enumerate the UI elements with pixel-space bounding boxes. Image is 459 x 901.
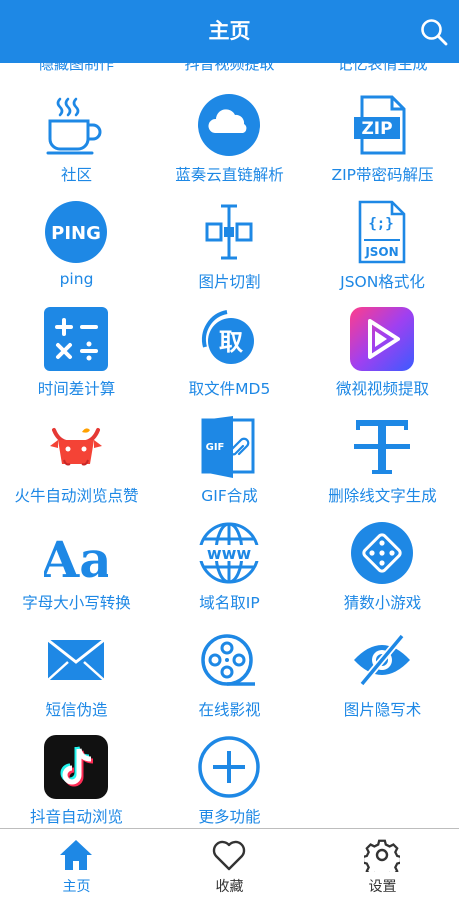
tool-time-diff[interactable]: 时间差计算: [0, 303, 153, 410]
weishi-play-icon: [350, 307, 414, 371]
letter-case-text: Aa: [44, 530, 108, 585]
tool-gif[interactable]: GIF GIF合成: [153, 410, 306, 517]
tool-community[interactable]: 社区: [0, 89, 153, 196]
tool-image-split[interactable]: 图片切割: [153, 196, 306, 303]
tool-steganography[interactable]: 图片隐写术: [306, 624, 459, 731]
partial-row: 隐藏图制作 抖音视频提取 记忆表情生成: [0, 63, 459, 77]
gif-icon: GIF: [197, 414, 261, 478]
tool-more[interactable]: 更多功能: [153, 731, 306, 828]
bottom-nav: 主页 收藏 设置: [0, 828, 459, 900]
tool-online-video[interactable]: 在线影视: [153, 624, 306, 731]
tool-md5[interactable]: 取 取文件MD5: [153, 303, 306, 410]
tool-ping[interactable]: PING ping: [0, 196, 153, 303]
partial-item-label[interactable]: 记忆表情生成: [306, 63, 459, 74]
tool-douyin-browse[interactable]: 抖音自动浏览: [0, 731, 153, 828]
ping-icon: PING: [44, 200, 108, 264]
md5-icon: 取: [197, 307, 261, 371]
tool-label: 字母大小写转换: [22, 594, 131, 612]
tool-grid: 隐藏图制作 抖音视频提取 记忆表情生成 社区 蓝奏云直链解析 ZIP ZIP带密…: [0, 63, 459, 828]
ping-text: PING: [51, 223, 101, 244]
tool-label: 更多功能: [198, 808, 261, 826]
tool-label: 取文件MD5: [188, 380, 271, 398]
tool-label: GIF合成: [201, 487, 258, 505]
tool-label: 火牛自动浏览点赞: [14, 487, 139, 505]
json-braces-text: {;}: [368, 216, 393, 232]
cloud-icon: [197, 93, 261, 157]
tool-label: 图片隐写术: [343, 701, 422, 719]
tool-label: 域名取IP: [199, 594, 260, 612]
zip-file-icon: ZIP: [350, 93, 414, 157]
tool-guess-number[interactable]: 猜数小游戏: [306, 517, 459, 624]
calculator-icon: [44, 307, 108, 371]
tool-json[interactable]: {;} JSON JSON格式化: [306, 196, 459, 303]
hidden-eye-icon: [350, 628, 414, 692]
envelope-icon: [44, 628, 108, 692]
tool-zip[interactable]: ZIP ZIP带密码解压: [306, 89, 459, 196]
nav-label: 主页: [62, 879, 91, 895]
gear-icon: [361, 838, 403, 880]
coffee-cup-icon: [44, 93, 108, 157]
strikethrough-t-icon: [350, 414, 414, 478]
split-icon: [197, 200, 261, 264]
search-icon[interactable]: [419, 17, 449, 47]
nav-label: 收藏: [215, 879, 244, 895]
tool-lanzou[interactable]: 蓝奏云直链解析: [153, 89, 306, 196]
film-reel-icon: [197, 628, 261, 692]
md5-text: 取: [219, 328, 243, 356]
tool-label: 猜数小游戏: [343, 594, 422, 612]
tool-label: JSON格式化: [340, 273, 425, 291]
tool-label: ZIP带密码解压: [331, 166, 434, 184]
partial-item-label[interactable]: 抖音视频提取: [153, 63, 306, 74]
tool-label: 微视视频提取: [335, 380, 429, 398]
gif-text: GIF: [206, 442, 225, 453]
page-title: 主页: [208, 19, 251, 43]
tool-label: 在线影视: [198, 701, 261, 719]
nav-label: 设置: [368, 879, 397, 895]
www-globe-icon: www: [197, 521, 261, 585]
www-text: www: [207, 544, 252, 563]
tool-strikethrough[interactable]: 删除线文字生成: [306, 410, 459, 517]
plus-circle-icon: [197, 735, 261, 799]
tool-label: 时间差计算: [37, 380, 116, 398]
tool-weishi[interactable]: 微视视频提取: [306, 303, 459, 410]
tool-label: ping: [59, 270, 94, 288]
json-file-icon: {;} JSON: [350, 200, 414, 264]
json-text: JSON: [364, 245, 398, 259]
heart-icon: [211, 838, 247, 872]
tool-label: 删除线文字生成: [328, 487, 437, 505]
fire-bull-icon: [44, 414, 108, 478]
nav-settings[interactable]: 设置: [306, 829, 459, 901]
dice-icon: [350, 521, 414, 585]
app-header: 主页: [0, 0, 459, 63]
tool-letter-case[interactable]: Aa 字母大小写转换: [0, 517, 153, 624]
tool-label: 图片切割: [198, 273, 261, 291]
tool-label: 社区: [60, 166, 92, 184]
tool-domain-ip[interactable]: www 域名取IP: [153, 517, 306, 624]
tool-sms-fake[interactable]: 短信伪造: [0, 624, 153, 731]
tiktok-icon: [44, 735, 108, 799]
home-icon: [58, 838, 94, 872]
nav-favorites[interactable]: 收藏: [153, 829, 306, 901]
nav-home[interactable]: 主页: [0, 829, 153, 901]
partial-item-label[interactable]: 隐藏图制作: [0, 63, 153, 74]
tool-label: 抖音自动浏览: [29, 808, 123, 826]
letter-case-icon: Aa: [44, 521, 108, 585]
tool-fire-bull[interactable]: 火牛自动浏览点赞: [0, 410, 153, 517]
zip-text: ZIP: [361, 119, 392, 139]
tool-label: 蓝奏云直链解析: [175, 166, 284, 184]
tool-label: 短信伪造: [45, 701, 108, 719]
